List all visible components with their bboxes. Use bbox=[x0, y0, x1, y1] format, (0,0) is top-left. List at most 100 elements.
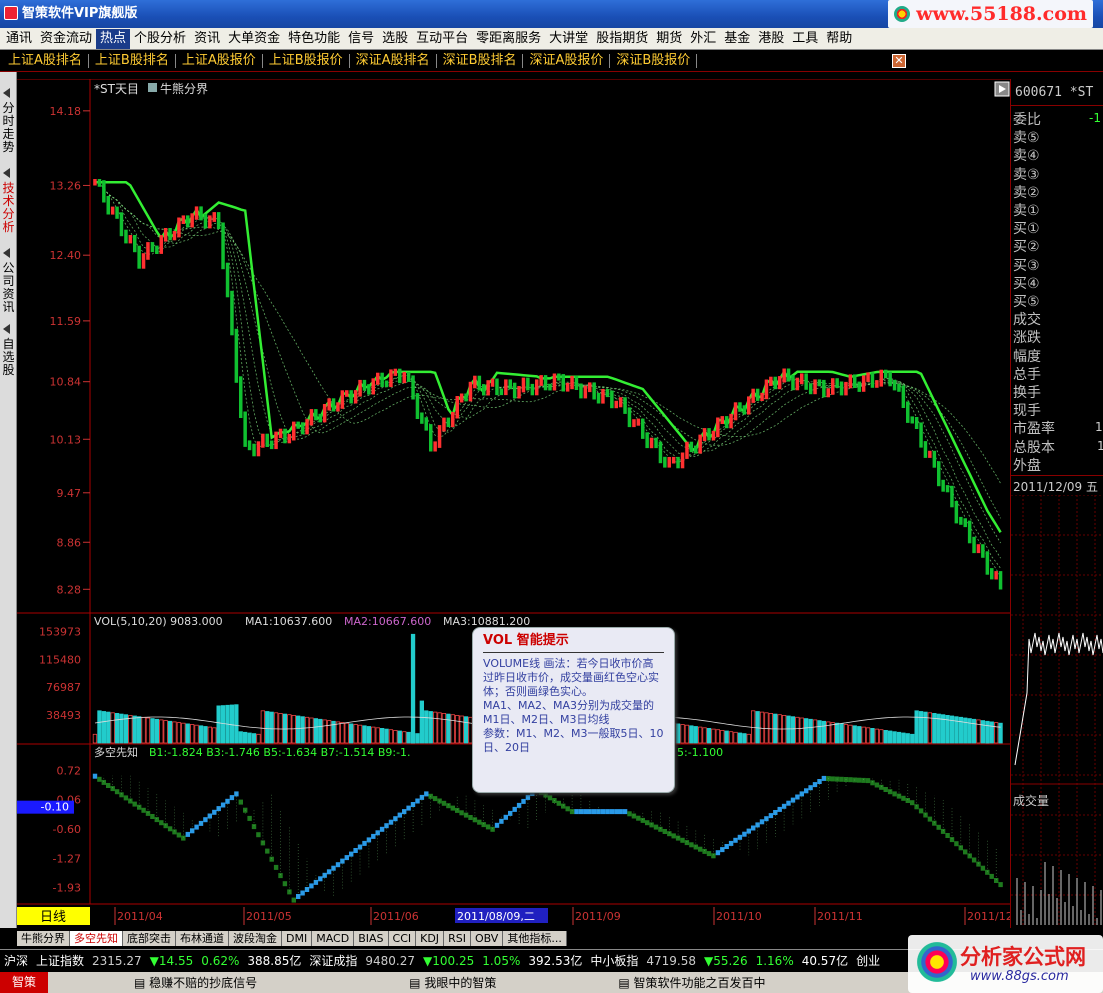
quote-row-label: 外盘 bbox=[1013, 457, 1041, 474]
menu-item[interactable]: 零距离服务 bbox=[472, 29, 545, 49]
volume-bar bbox=[963, 717, 968, 744]
indicator-tab[interactable]: 底部突击 bbox=[123, 930, 176, 946]
site-watermark: www.55188.com bbox=[888, 0, 1093, 28]
volume-bar bbox=[238, 731, 243, 744]
subtab[interactable]: 上证B股报价 bbox=[263, 53, 350, 68]
volume-bar bbox=[234, 704, 239, 744]
ticker-item: 沪深 bbox=[4, 954, 29, 968]
title-bar: 智策软件VIP旗舰版 www.55188.com bbox=[0, 0, 1103, 28]
menu-item[interactable]: 特色功能 bbox=[284, 29, 344, 49]
candle bbox=[716, 417, 720, 438]
menu-item[interactable]: 港股 bbox=[754, 29, 788, 49]
menu-item[interactable]: 大单资金 bbox=[224, 29, 284, 49]
expand-arrow-icon[interactable] bbox=[3, 324, 10, 334]
left-tab[interactable]: 分时走势 bbox=[1, 102, 16, 154]
candle bbox=[751, 388, 755, 403]
quote-row-label: 买⑤ bbox=[1013, 294, 1040, 310]
left-tab[interactable]: 自选股 bbox=[1, 338, 16, 377]
volume-bar bbox=[914, 710, 919, 744]
news-link[interactable]: ▤ 我眼中的智策 bbox=[403, 974, 502, 991]
menu-item[interactable]: 外汇 bbox=[686, 29, 720, 49]
expand-arrow-icon[interactable] bbox=[3, 88, 10, 98]
candle bbox=[265, 433, 269, 447]
menu-item[interactable]: 期货 bbox=[652, 29, 686, 49]
menu-item[interactable]: 通讯 bbox=[2, 29, 36, 49]
osc-block bbox=[119, 792, 124, 798]
indicator-tab[interactable]: BIAS bbox=[354, 930, 389, 946]
indicator-tab[interactable]: 多空先知 bbox=[70, 930, 123, 946]
subtab[interactable]: 深证B股排名 bbox=[437, 53, 524, 68]
osc-block bbox=[344, 855, 349, 861]
volume-bar bbox=[220, 705, 226, 744]
quote-row-value: 1 bbox=[1097, 439, 1103, 453]
candle bbox=[318, 413, 322, 423]
subtab[interactable]: 上证B股排名 bbox=[89, 53, 176, 68]
volume-bar bbox=[706, 728, 712, 744]
candle bbox=[340, 390, 345, 409]
menu-item[interactable]: 个股分析 bbox=[130, 29, 190, 49]
osc-block bbox=[945, 833, 950, 838]
osc-block bbox=[671, 833, 676, 839]
osc-block bbox=[830, 776, 835, 782]
indicator-tab[interactable]: CCI bbox=[388, 930, 417, 946]
left-tab[interactable]: 技术分析 bbox=[1, 182, 16, 234]
menu-item[interactable]: 资金流动 bbox=[36, 29, 96, 49]
osc-block bbox=[861, 777, 866, 783]
candle bbox=[269, 440, 274, 450]
candle bbox=[901, 385, 906, 408]
news-link[interactable]: ▤ 智策软件功能之百发百中 bbox=[612, 974, 771, 991]
indicator-tab[interactable]: 布林通道 bbox=[176, 930, 229, 946]
quote-row-label: 买① bbox=[1013, 221, 1040, 238]
volume-bar bbox=[167, 720, 173, 744]
ticker-item: 392.53亿 bbox=[528, 954, 583, 968]
indicator-tab[interactable]: 其他指标... bbox=[503, 930, 567, 946]
quote-row-label: 总手 bbox=[1013, 366, 1041, 383]
volume-bar bbox=[786, 715, 791, 744]
expand-arrow-icon[interactable] bbox=[3, 168, 10, 178]
indicator-tab[interactable]: 牛熊分界 bbox=[17, 930, 70, 946]
menu-item[interactable]: 工具 bbox=[788, 29, 822, 49]
indicator-tab[interactable]: KDJ bbox=[416, 930, 445, 946]
indicator-tab[interactable]: 波段淘金 bbox=[229, 930, 282, 946]
ticker-item: 中小板指 bbox=[590, 954, 639, 968]
volume-bar bbox=[932, 713, 937, 744]
menu-item[interactable]: 选股 bbox=[378, 29, 412, 49]
subtab[interactable]: 深证A股报价 bbox=[523, 53, 611, 68]
stock-chart[interactable]: *ST天目 牛熊分界 14.18 13.26 12.40 11.59 10.84 10.13 9… bbox=[17, 79, 1010, 930]
menu-item[interactable]: 热点 bbox=[96, 28, 131, 49]
indicator-tab[interactable]: RSI bbox=[444, 930, 471, 946]
candle bbox=[627, 407, 632, 428]
menu-item[interactable]: 基金 bbox=[720, 29, 754, 49]
menu-item[interactable]: 互动平台 bbox=[412, 29, 472, 49]
osc-block bbox=[640, 817, 645, 823]
close-subtabs-icon[interactable]: ✕ bbox=[892, 54, 906, 68]
volume-bar bbox=[918, 711, 924, 744]
subtab[interactable]: 深证A股排名 bbox=[350, 53, 437, 68]
menu-item[interactable]: 股指期货 bbox=[592, 29, 652, 49]
expand-arrow-icon[interactable] bbox=[3, 248, 10, 258]
ticker-item: 388.85亿 bbox=[247, 954, 302, 968]
volume-bar bbox=[150, 718, 155, 744]
menu-item[interactable]: 信号 bbox=[344, 29, 378, 49]
menu-item[interactable]: 资讯 bbox=[190, 29, 224, 49]
osc-block bbox=[468, 815, 473, 820]
osc-block bbox=[494, 822, 500, 828]
indicator-tab[interactable]: DMI bbox=[282, 930, 313, 946]
candle bbox=[866, 372, 870, 382]
ticker-item: 4719.58 bbox=[646, 953, 696, 968]
quote-row-label: 卖① bbox=[1013, 203, 1040, 219]
indicator-tab[interactable]: OBV bbox=[470, 930, 504, 946]
subtab[interactable]: 上证A股报价 bbox=[176, 53, 263, 68]
indicator-tab[interactable]: MACD bbox=[312, 930, 355, 946]
subtab[interactable]: 上证A股排名 bbox=[2, 53, 89, 68]
news-link[interactable]: ▤ 稳赚不赔的抄底信号 bbox=[128, 974, 263, 991]
left-tab[interactable]: 公司资讯 bbox=[1, 262, 16, 314]
candle bbox=[707, 428, 711, 441]
osc-block bbox=[706, 851, 712, 857]
menu-item[interactable]: 大讲堂 bbox=[545, 29, 592, 49]
subtab[interactable]: 深证B股报价 bbox=[610, 53, 698, 68]
osc-block bbox=[918, 808, 924, 814]
osc-block bbox=[578, 809, 584, 815]
candle bbox=[451, 412, 455, 428]
menu-item[interactable]: 帮助 bbox=[822, 29, 856, 49]
